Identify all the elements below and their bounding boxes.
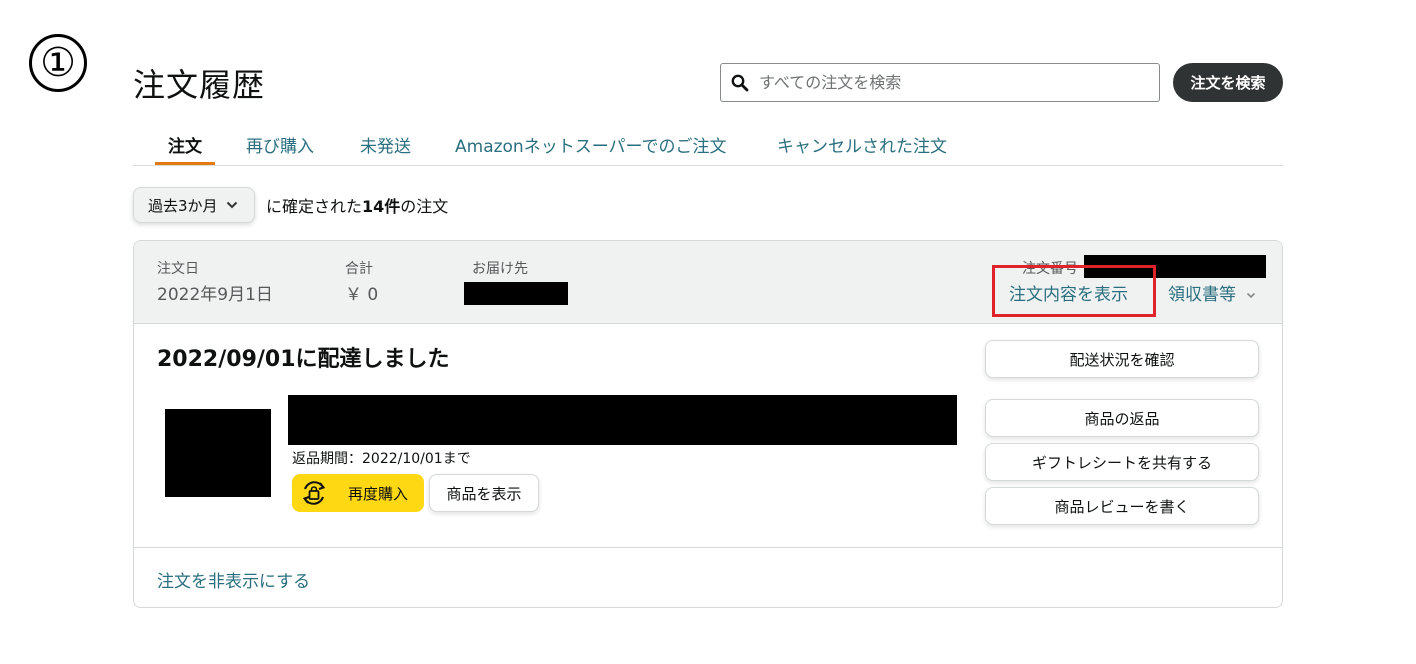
order-header: 注文日 2022年9月1日 合計 ￥ 0 お届け先 注文番号 注文内容を表示 領… — [134, 241, 1282, 324]
active-tab-indicator — [155, 162, 215, 165]
order-date-value: 2022年9月1日 — [157, 285, 273, 305]
filter-text-before: に確定された — [266, 197, 363, 216]
tab-buy-again[interactable]: 再び購入 — [246, 132, 314, 157]
tab-amazon-net-super[interactable]: Amazonネットスーパーでのご注文 — [455, 132, 727, 157]
order-count: 14件 — [362, 197, 401, 216]
order-footer: 注文を非表示にする — [134, 547, 1282, 607]
chevron-down-icon — [226, 201, 237, 209]
buy-again-label: 再度購入 — [348, 484, 409, 503]
chevron-down-icon — [1246, 292, 1256, 298]
tab-cancelled[interactable]: キャンセルされた注文 — [777, 132, 947, 157]
buy-again-button[interactable]: 再度購入 — [292, 474, 424, 512]
hide-order-link[interactable]: 注文を非表示にする — [157, 567, 310, 592]
filter-text-after: の注文 — [400, 197, 449, 216]
share-gift-receipt-button[interactable]: ギフトレシートを共有する — [985, 443, 1259, 481]
tab-not-shipped[interactable]: 未発送 — [360, 132, 411, 157]
redacted-product-title[interactable] — [288, 395, 957, 445]
time-period-value: 過去3か月 — [148, 196, 218, 215]
order-count-summary: に確定された14件の注文 — [266, 193, 448, 217]
order-date-label: 注文日 — [157, 261, 199, 277]
write-review-button[interactable]: 商品レビューを書く — [985, 487, 1259, 525]
buy-again-icon — [302, 481, 326, 505]
order-tabs: 注文 再び購入 未発送 Amazonネットスーパーでのご注文 キャンセルされた注… — [133, 128, 1283, 166]
track-package-button[interactable]: 配送状況を確認 — [985, 340, 1259, 378]
tab-orders[interactable]: 注文 — [168, 132, 202, 157]
step-number-marker: ① — [29, 34, 87, 92]
receipt-dropdown-link[interactable]: 領収書等 — [1168, 280, 1256, 305]
search-icon — [731, 74, 749, 91]
page-title: 注文履歴 — [133, 66, 266, 104]
search-orders-button[interactable]: 注文を検索 — [1173, 63, 1283, 102]
view-item-button[interactable]: 商品を表示 — [429, 474, 539, 512]
search-input[interactable] — [757, 72, 1141, 93]
order-card: 注文日 2022年9月1日 合計 ￥ 0 お届け先 注文番号 注文内容を表示 領… — [133, 240, 1283, 608]
return-items-button[interactable]: 商品の返品 — [985, 399, 1259, 437]
highlight-box — [992, 265, 1156, 317]
receipt-link-label: 領収書等 — [1168, 285, 1236, 305]
order-total-value: ￥ 0 — [345, 285, 379, 305]
order-total-label: 合計 — [345, 261, 373, 277]
product-image[interactable] — [165, 409, 271, 497]
time-period-dropdown[interactable]: 過去3か月 — [133, 187, 255, 223]
delivery-status-heading: 2022/09/01に配達しました — [157, 347, 450, 372]
ship-to-label: お届け先 — [472, 261, 528, 277]
return-period-text: 返品期間：2022/10/01まで — [292, 451, 471, 467]
order-search-field[interactable] — [720, 63, 1160, 102]
redacted-recipient — [464, 282, 568, 305]
